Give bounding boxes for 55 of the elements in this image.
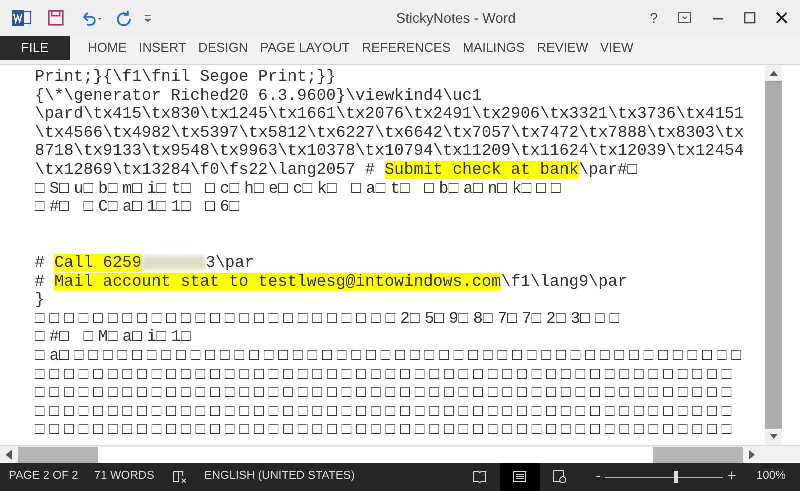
ribbon-tab[interactable]: HOME: [82, 36, 133, 60]
page-count[interactable]: PAGE 2 OF 2: [9, 468, 78, 486]
ribbon-tab[interactable]: MAILINGS: [456, 36, 532, 60]
document-line: # Call 6259 3\par: [35, 254, 254, 273]
ribbon-tab[interactable]: INSERT: [133, 36, 192, 60]
document-line: □□□□□□□□□□□□□□□□□□□□□□□□□□□□□□□□□□□□□□□□□□□□□□□□: [35, 366, 736, 384]
scroll-down-icon[interactable]: [770, 434, 778, 440]
ribbon-tab[interactable]: PAGE LAYOUT: [254, 36, 356, 60]
language-status[interactable]: ENGLISH (UNITED STATES): [204, 468, 355, 486]
window-title: StickyNotes - Word: [396, 8, 516, 28]
document-line: }: [35, 291, 45, 310]
help-button[interactable]: ?: [650, 8, 658, 28]
document-line: □#□ □C□a□1□1□ □6□: [35, 198, 244, 217]
close-icon[interactable]: [776, 12, 788, 24]
zoom-out-button[interactable]: -: [596, 465, 602, 489]
document-line: 8718\tx9133\tx9548\tx9963\tx10378\tx10794\tx11209\tx11624\tx12039\tx12454: [35, 142, 744, 161]
document-line: □□□□□□□□□□□□□□□□□□□□□□□□□2□5□9□8□7□7□2□3□□□: [35, 310, 624, 328]
web-page-icon: [552, 470, 567, 484]
document-line: # Mail account stat to testlwesg@intowindows.com\f1\lang9\par: [35, 272, 628, 292]
ribbon-tab[interactable]: VIEW: [594, 36, 640, 60]
horizontal-scrollbar[interactable]: [0, 445, 800, 463]
document-line: □□□□□□□□□□□□□□□□□□□□□□□□□□□□□□□□□□□□□□□□□□□□□□□□: [35, 402, 736, 422]
redo-icon[interactable]: [116, 10, 132, 26]
file-tab[interactable]: FILE: [0, 36, 70, 60]
ribbon-display-icon[interactable]: [678, 12, 692, 24]
document-line: □S□u□b□m□i□t□ □c□h□e□c□k□ □a□t□ □b□a□n□k□□□: [35, 180, 566, 198]
ribbon-tab[interactable]: REFERENCES: [356, 36, 457, 60]
page-icon: [512, 471, 527, 483]
zoom-in-button[interactable]: +: [727, 465, 737, 489]
ribbon-tab[interactable]: DESIGN: [192, 36, 254, 60]
book-icon: [472, 471, 487, 483]
word-count[interactable]: 71 WORDS: [94, 468, 155, 486]
dropdown-icon[interactable]: [144, 14, 152, 22]
zoom-thumb[interactable]: [674, 471, 678, 483]
vertical-scrollbar[interactable]: [765, 65, 782, 445]
document-line: {\*\generator Riched20 6.3.9600}\viewkind4\uc1: [35, 86, 482, 106]
scroll-up-icon[interactable]: [770, 70, 778, 76]
zoom-slider[interactable]: [605, 471, 724, 483]
document-line: \tx12869\tx13284\f0\fs22\lang2057 # Submit check at bank\par#□: [35, 160, 642, 180]
zoom-level[interactable]: 100%: [756, 468, 786, 486]
proofing-icon[interactable]: [172, 470, 187, 484]
view-button[interactable]: [500, 463, 540, 491]
document-line: \pard\tx415\tx830\tx1245\tx1661\tx2076\tx2491\tx2906\tx3321\tx3736\tx4151: [35, 105, 744, 124]
ribbon-tab[interactable]: REVIEW: [531, 36, 594, 60]
document-line: □□□□□□□□□□□□□□□□□□□□□□□□□□□□□□□□□□□□□□□□□□□□□□□□: [35, 421, 736, 440]
save-icon[interactable]: [48, 10, 64, 26]
scroll-thumb[interactable]: [98, 446, 653, 462]
document-line: \tx4566\tx4982\tx5397\tx5812\tx6227\tx6642\tx7057\tx7472\tx7888\tx8303\tx: [35, 124, 744, 142]
document-line: Print;}{\f1\fnil Segoe Print;}}: [35, 68, 336, 87]
document-line: □#□ □M□a□i□1□: [35, 328, 196, 347]
document-line: □a□□□□□□□□□□□□□□□□□□□□□□□□□□□□□□□□□□□□□□□□□□□□□□□: [35, 346, 746, 366]
document-line: □□□□□□□□□□□□□□□□□□□□□□□□□□□□□□□□□□□□□□□□□□□□□□□□: [35, 384, 736, 403]
word-logo-icon: [12, 9, 32, 27]
blurred-region: [142, 256, 206, 270]
maximize-icon[interactable]: [744, 12, 756, 24]
